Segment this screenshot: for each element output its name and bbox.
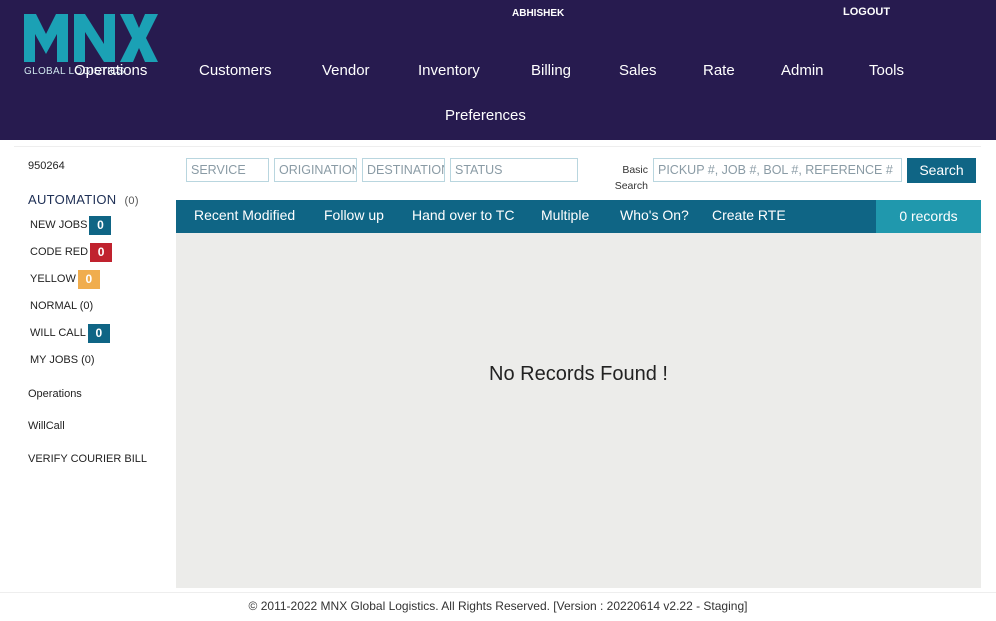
sidebar-item-my-jobs[interactable]: MY JOBS (0) — [30, 350, 95, 370]
tab-recent-modified[interactable]: Recent Modified — [194, 207, 295, 223]
basic-search-label: Basic Search — [614, 164, 648, 192]
will-call-badge: 0 — [87, 323, 110, 343]
service-filter[interactable]: SERVICE — [186, 158, 269, 182]
destination-filter[interactable]: DESTINATION — [362, 158, 445, 182]
nav-customers[interactable]: Customers — [199, 62, 272, 79]
station-id: 950264 — [28, 160, 65, 172]
sidebar-item-yellow[interactable]: YELLOW 0 — [30, 269, 100, 289]
nav-preferences[interactable]: Preferences — [445, 107, 526, 124]
empty-message: No Records Found ! — [489, 363, 668, 385]
automation-heading[interactable]: AUTOMATION (0) — [28, 192, 139, 207]
tab-follow-up[interactable]: Follow up — [324, 207, 384, 223]
sidebar-item-label: MY JOBS (0) — [30, 354, 95, 366]
sidebar-item-label: WILL CALL — [30, 327, 86, 339]
code-red-badge: 0 — [90, 242, 113, 262]
sidebar-item-code-red[interactable]: CODE RED 0 — [30, 242, 113, 262]
origination-filter[interactable]: ORIGINATION — [274, 158, 357, 182]
nav-tools[interactable]: Tools — [869, 62, 904, 79]
tab-bar: Recent Modified Follow up Hand over to T… — [176, 200, 981, 233]
sidebar-item-label: CODE RED — [30, 246, 89, 258]
tab-whos-on[interactable]: Who's On? — [620, 207, 689, 223]
tab-hand-over-to-tc[interactable]: Hand over to TC — [412, 207, 514, 223]
sidebar-item-label: NORMAL (0) — [30, 300, 94, 312]
automation-label: AUTOMATION — [28, 192, 117, 207]
tab-create-rte[interactable]: Create RTE — [712, 207, 786, 223]
nav-operations[interactable]: Operations — [74, 62, 147, 79]
nav-vendor[interactable]: Vendor — [322, 62, 370, 79]
nav-inventory[interactable]: Inventory — [418, 62, 480, 79]
sidebar-link-willcall[interactable]: WillCall — [28, 420, 65, 432]
yellow-badge: 0 — [77, 269, 100, 289]
sidebar-item-new-jobs[interactable]: NEW JOBS 0 — [30, 215, 112, 235]
automation-count: (0) — [124, 195, 139, 207]
logout-link[interactable]: LOGOUT — [843, 6, 890, 18]
tab-multiple[interactable]: Multiple — [541, 207, 589, 223]
sidebar-item-label: YELLOW — [30, 273, 76, 285]
current-user: ABHISHEK — [512, 8, 565, 19]
records-count: 0 records — [876, 200, 981, 233]
search-input[interactable]: PICKUP #, JOB #, BOL #, REFERENCE # — [653, 158, 902, 182]
sidebar-link-verify-courier-bill[interactable]: VERIFY COURIER BILL — [28, 453, 147, 465]
new-jobs-badge: 0 — [89, 215, 112, 235]
sidebar-item-normal[interactable]: NORMAL (0) — [30, 296, 93, 316]
mnx-logo-mark — [24, 14, 158, 62]
sidebar-link-operations[interactable]: Operations — [28, 388, 82, 400]
nav-rate[interactable]: Rate — [703, 62, 735, 79]
results-panel: No Records Found ! — [176, 233, 981, 588]
footer-copyright: © 2011-2022 MNX Global Logistics. All Ri… — [248, 599, 748, 613]
search-button[interactable]: Search — [907, 158, 976, 183]
status-filter[interactable]: STATUS — [450, 158, 578, 182]
sidebar-item-will-call[interactable]: WILL CALL 0 — [30, 323, 110, 343]
nav-admin[interactable]: Admin — [781, 62, 824, 79]
sidebar: 950264 AUTOMATION (0) NEW JOBS 0 CODE RED… — [0, 146, 176, 592]
sidebar-item-label: NEW JOBS — [30, 219, 88, 231]
footer-divider — [0, 592, 996, 593]
top-header: GLOBAL LOGISTICS ABHISHEK LOGOUT Operati… — [0, 0, 996, 140]
nav-sales[interactable]: Sales — [619, 62, 657, 79]
nav-billing[interactable]: Billing — [531, 62, 571, 79]
